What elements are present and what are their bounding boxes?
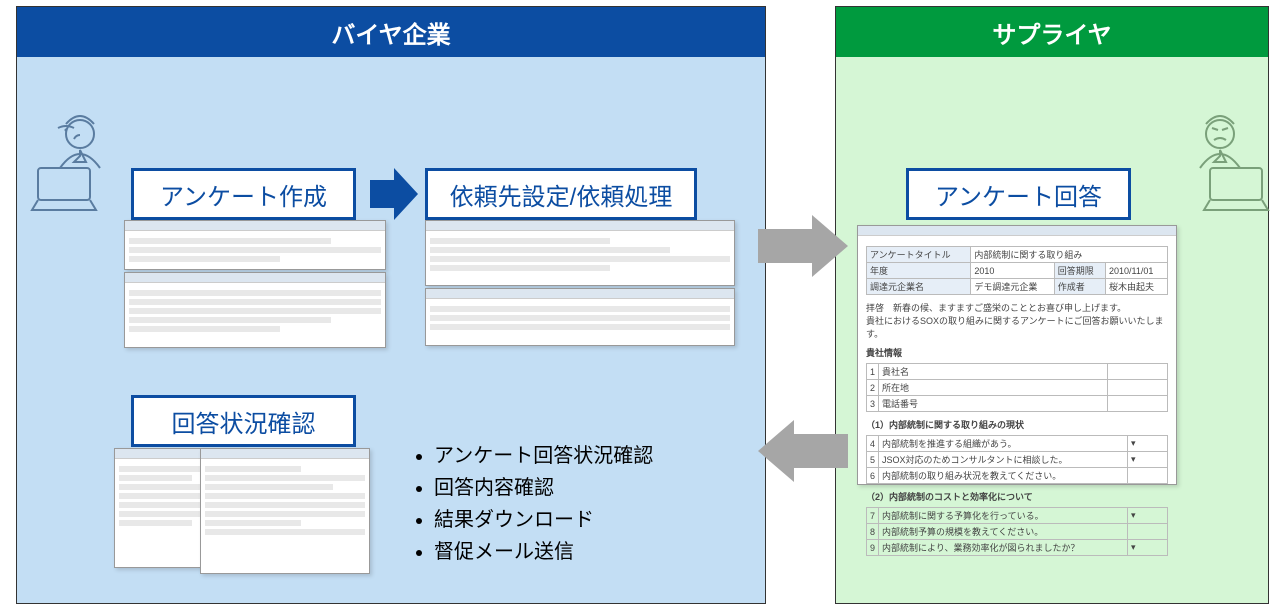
step-request-setup: 依頼先設定/依頼処理	[425, 168, 697, 220]
arrow-to-buyer-icon	[758, 420, 848, 482]
survey-form-screenshot: アンケートタイトル 内部統制に関する取り組み 年度 2010 回答期限 2010…	[857, 225, 1177, 485]
supplier-panel-title: サプライヤ	[836, 7, 1268, 57]
step-create-survey: アンケート作成	[131, 168, 356, 220]
screenshot-placeholder	[124, 272, 386, 348]
status-feature-list: アンケート回答状況確認 回答内容確認 結果ダウンロード 督促メール送信	[410, 440, 653, 568]
list-item: 督促メール送信	[434, 536, 653, 568]
list-item: 回答内容確認	[434, 472, 653, 504]
buyer-person-icon	[30, 110, 130, 220]
form-title-label: アンケートタイトル	[867, 247, 971, 263]
list-item: 結果ダウンロード	[434, 504, 653, 536]
step-answer-survey: アンケート回答	[906, 168, 1131, 220]
arrow-right-icon	[370, 168, 418, 220]
step-status-check: 回答状況確認	[131, 395, 356, 447]
screenshot-placeholder	[425, 220, 735, 286]
buyer-panel-title: バイヤ企業	[17, 7, 765, 57]
screenshot-placeholder	[425, 288, 735, 346]
screenshot-placeholder	[200, 448, 370, 574]
supplier-person-icon	[1170, 110, 1270, 220]
screenshot-placeholder	[124, 220, 386, 270]
arrow-to-supplier-icon	[758, 215, 848, 277]
form-title-value: 内部統制に関する取り組み	[971, 247, 1168, 263]
list-item: アンケート回答状況確認	[434, 440, 653, 472]
